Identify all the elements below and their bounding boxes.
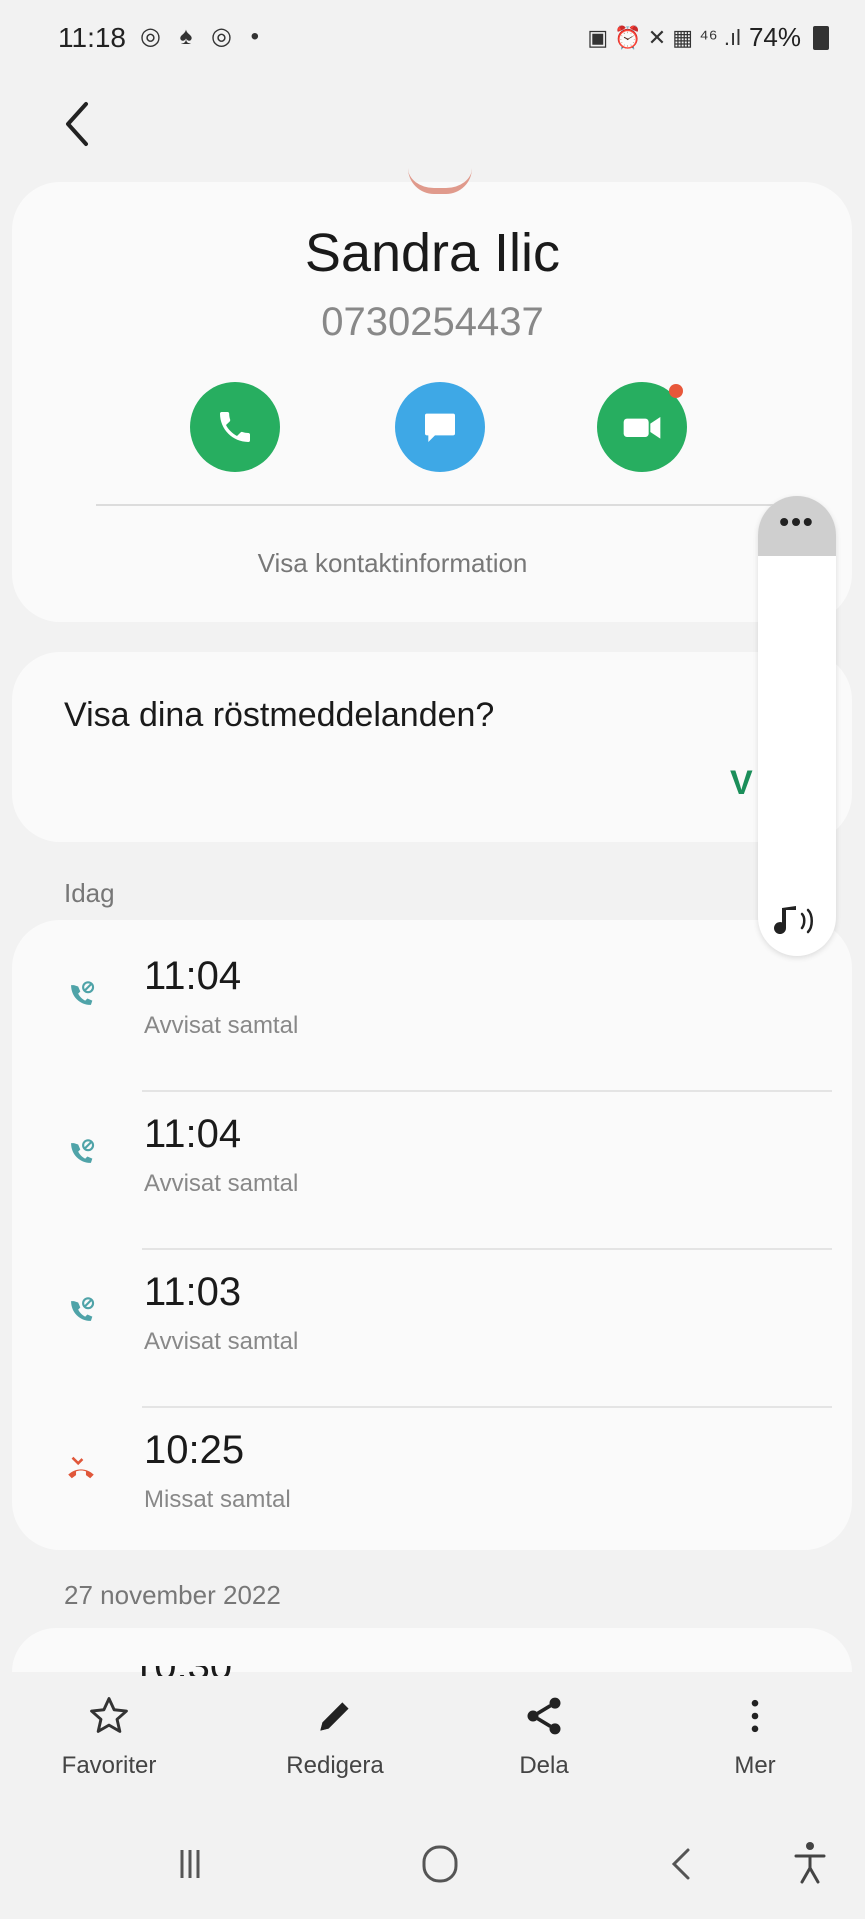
rejected-call-icon	[64, 1136, 98, 1170]
divider	[142, 1090, 832, 1092]
favorites-label: Favoriter	[61, 1752, 157, 1779]
call-type: Avvisat samtal	[144, 1012, 299, 1039]
system-icons: ▣ ⏰ ✕ ▦ ⁴⁶ .ıl	[587, 24, 741, 50]
call-time: 11:04	[144, 1112, 242, 1156]
contact-number: 0730254437	[321, 300, 544, 344]
edit-button[interactable]: Redigera	[255, 1680, 415, 1790]
edge-panel-handle[interactable]: •••	[758, 496, 836, 556]
home-button[interactable]	[410, 1836, 470, 1892]
accessibility-button[interactable]	[780, 1836, 840, 1892]
recent-apps-icon	[180, 1850, 200, 1878]
accessibility-icon	[794, 1842, 826, 1884]
pencil-icon	[320, 1702, 349, 1731]
call-time: 11:03	[144, 1270, 242, 1314]
edit-label: Redigera	[286, 1752, 384, 1779]
back-icon	[671, 1848, 690, 1880]
favorites-button[interactable]: Favoriter	[29, 1680, 189, 1790]
system-navigation-bar	[0, 1800, 865, 1919]
nav-back-button[interactable]	[652, 1836, 712, 1892]
call-type: Avvisat samtal	[144, 1170, 299, 1197]
voicemail-action-button[interactable]: V	[730, 764, 753, 803]
share-icon	[527, 1697, 561, 1735]
voicemail-prompt: Visa dina röstmeddelanden?	[64, 696, 495, 734]
notification-icons: ◎ ♠ ◎ •	[140, 23, 266, 50]
bottom-action-bar: Favoriter Redigera Dela Mer	[0, 1680, 865, 1790]
sound-button[interactable]	[772, 902, 824, 942]
notification-dot	[669, 384, 683, 398]
message-button[interactable]	[395, 382, 485, 472]
older-call-time: 10:30	[132, 1666, 232, 1676]
section-header-today: Idag	[64, 878, 115, 908]
rejected-call-icon	[64, 1294, 98, 1328]
call-time: 10:25	[144, 1428, 245, 1472]
status-time: 11:18	[58, 22, 126, 53]
call-type: Missat samtal	[144, 1486, 291, 1513]
share-button[interactable]: Dela	[464, 1680, 624, 1790]
section-header-older: 27 november 2022	[64, 1580, 281, 1610]
back-button[interactable]	[60, 96, 100, 152]
call-log-item[interactable]: 11:04 Avvisat samtal	[12, 936, 852, 1092]
divider	[142, 1248, 832, 1250]
call-log-item[interactable]: 11:03 Avvisat samtal	[12, 1252, 852, 1408]
video-call-button[interactable]	[597, 382, 687, 472]
video-icon	[623, 417, 661, 439]
recent-apps-button[interactable]	[160, 1836, 220, 1892]
share-label: Dela	[519, 1752, 569, 1779]
battery-icon	[813, 25, 829, 50]
call-button[interactable]	[190, 382, 280, 472]
call-log-item[interactable]: 11:04 Avvisat samtal	[12, 1094, 852, 1250]
more-options-icon: •••	[779, 506, 815, 537]
call-log-item[interactable]: 10:25 Missat samtal	[12, 1410, 852, 1566]
more-button[interactable]: Mer	[675, 1680, 835, 1790]
call-type: Avvisat samtal	[144, 1328, 299, 1355]
star-icon	[90, 1697, 128, 1733]
status-right: ▣ ⏰ ✕ ▦ ⁴⁶ .ıl 74%	[587, 22, 829, 53]
edge-panel: •••	[758, 496, 836, 956]
status-bar: 11:18 ◎ ♠ ◎ • ▣ ⏰ ✕ ▦ ⁴⁶ .ıl 74%	[0, 0, 865, 78]
music-note-icon	[774, 906, 813, 935]
chevron-left-icon	[66, 102, 88, 146]
more-vertical-icon	[751, 1699, 759, 1733]
home-icon	[422, 1845, 458, 1883]
more-label: Mer	[734, 1752, 776, 1779]
divider	[96, 504, 776, 506]
voicemail-card	[12, 652, 852, 842]
call-time: 11:04	[144, 954, 242, 998]
rejected-call-icon	[64, 978, 98, 1012]
missed-call-icon	[64, 1452, 98, 1486]
battery-percent: 74%	[748, 22, 801, 52]
divider	[142, 1406, 832, 1408]
contact-name: Sandra Ilic	[304, 223, 561, 283]
view-contact-info-link[interactable]: Visa kontaktinformation	[0, 548, 785, 579]
message-icon	[425, 413, 455, 442]
phone-icon	[220, 412, 250, 442]
